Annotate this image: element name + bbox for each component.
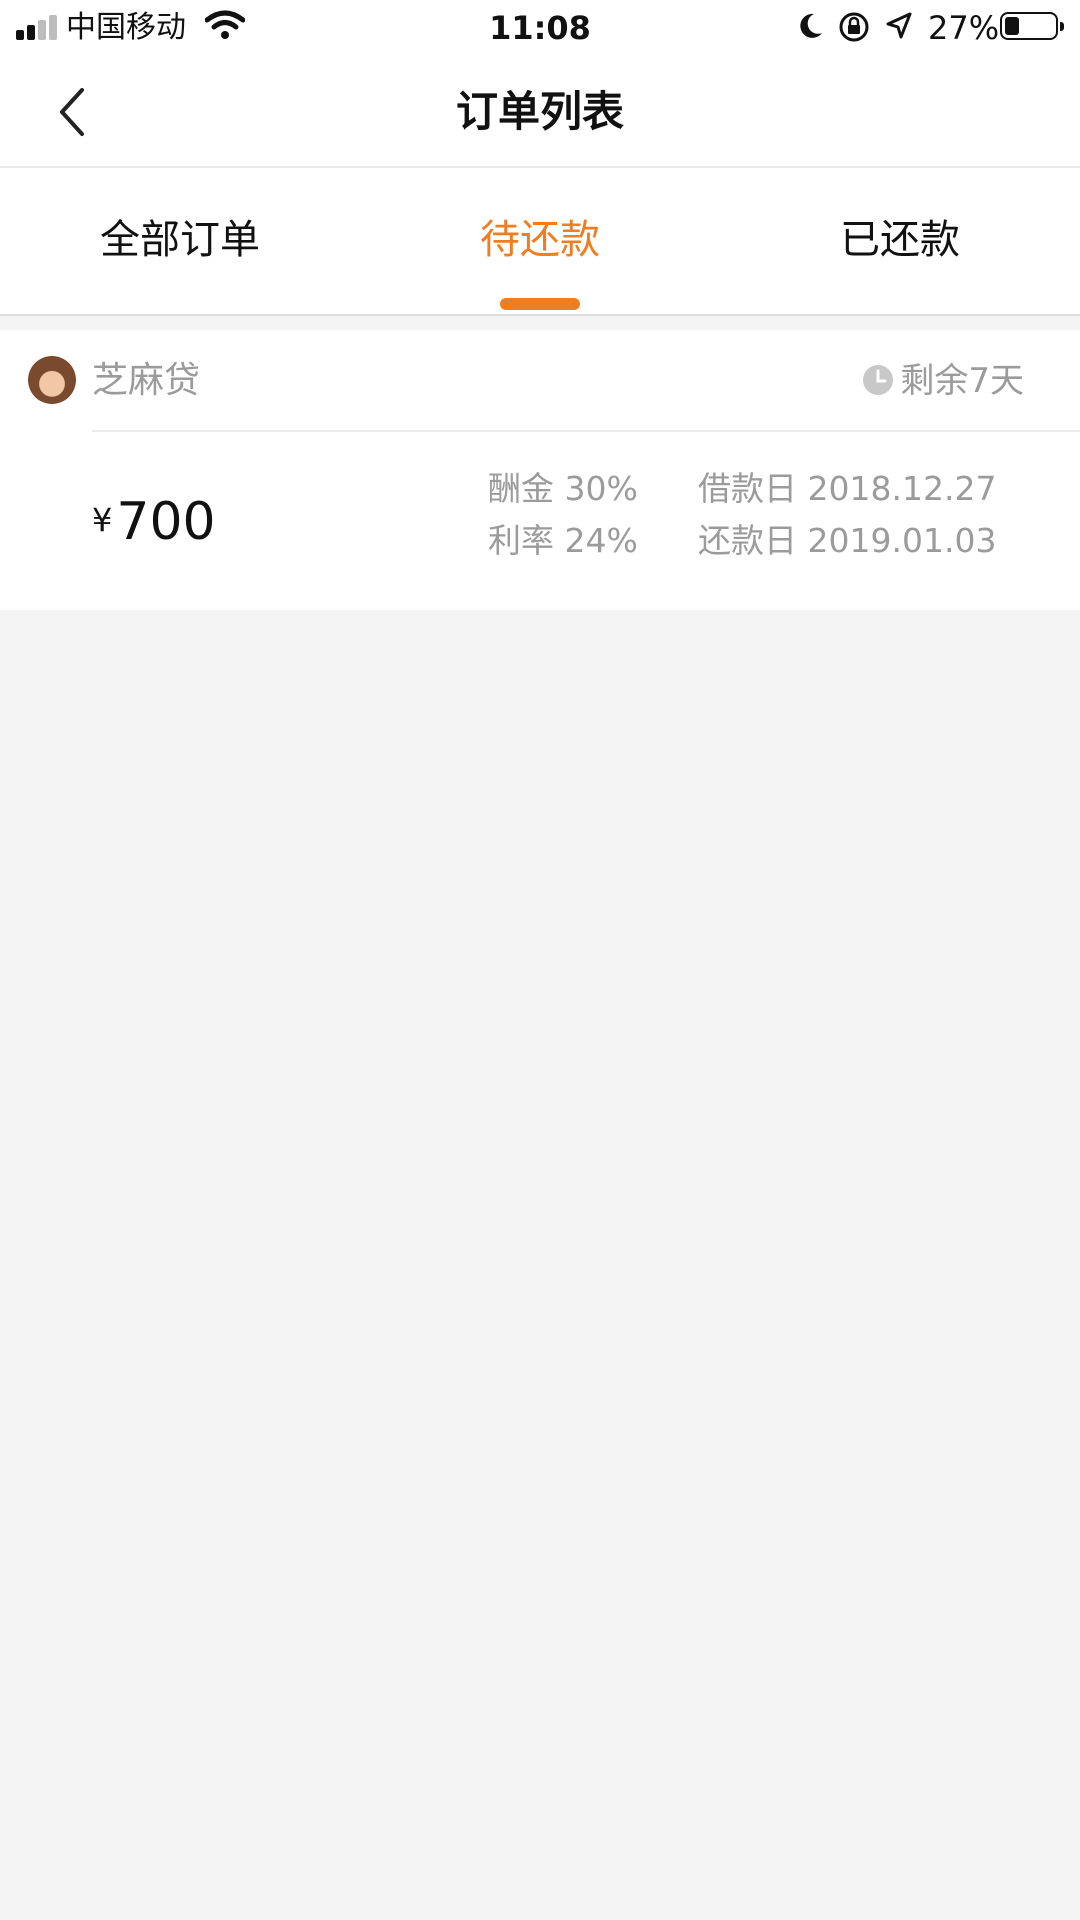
tab-repaid[interactable]: 已还款 <box>840 212 960 268</box>
divider <box>92 430 1080 432</box>
loan-amount: ¥700 <box>92 490 216 564</box>
amount-value: 700 <box>116 492 216 552</box>
nav-bar: 订单列表 <box>0 56 1080 168</box>
repay-date-row: 还款日 2019.01.03 <box>698 518 996 564</box>
rotation-lock-icon <box>839 12 869 42</box>
borrow-date-row: 借款日 2018.12.27 <box>698 466 996 512</box>
tab-all-orders[interactable]: 全部订单 <box>100 212 260 268</box>
status-bar: 中国移动 11:08 27% <box>0 0 1080 56</box>
borrow-date-value: 2018.12.27 <box>807 469 997 508</box>
commission-value: 30% <box>564 469 638 508</box>
clock-icon <box>863 365 893 395</box>
lender-name: 芝麻贷 <box>92 360 201 401</box>
page-title: 订单列表 <box>455 87 624 136</box>
moon-icon <box>800 13 822 38</box>
repay-date-value: 2019.01.03 <box>807 521 997 560</box>
rate-row: 利率 24% <box>488 518 638 564</box>
active-tab-indicator <box>500 298 580 310</box>
currency-symbol: ¥ <box>92 501 113 539</box>
order-card[interactable]: 芝麻贷 剩余7天 ¥700 酬金 30% 利率 24% 借款日 2018.12.… <box>0 330 1080 610</box>
battery-percent: 27% <box>928 9 1000 47</box>
commission-row: 酬金 30% <box>488 466 638 512</box>
order-tabs: 全部订单 待还款 已还款 <box>0 168 1080 316</box>
lender-avatar <box>28 356 76 404</box>
status-time: 11:08 <box>489 9 591 47</box>
tab-pending-repayment[interactable]: 待还款 <box>480 212 600 268</box>
days-remaining: 剩余7天 <box>900 361 1024 401</box>
rate-label: 利率 <box>488 521 554 560</box>
commission-label: 酬金 <box>488 469 554 508</box>
repay-date-label: 还款日 <box>698 521 797 560</box>
rate-value: 24% <box>564 521 638 560</box>
borrow-date-label: 借款日 <box>698 469 797 508</box>
battery-icon <box>1000 12 1064 40</box>
location-arrow-icon <box>886 12 912 39</box>
